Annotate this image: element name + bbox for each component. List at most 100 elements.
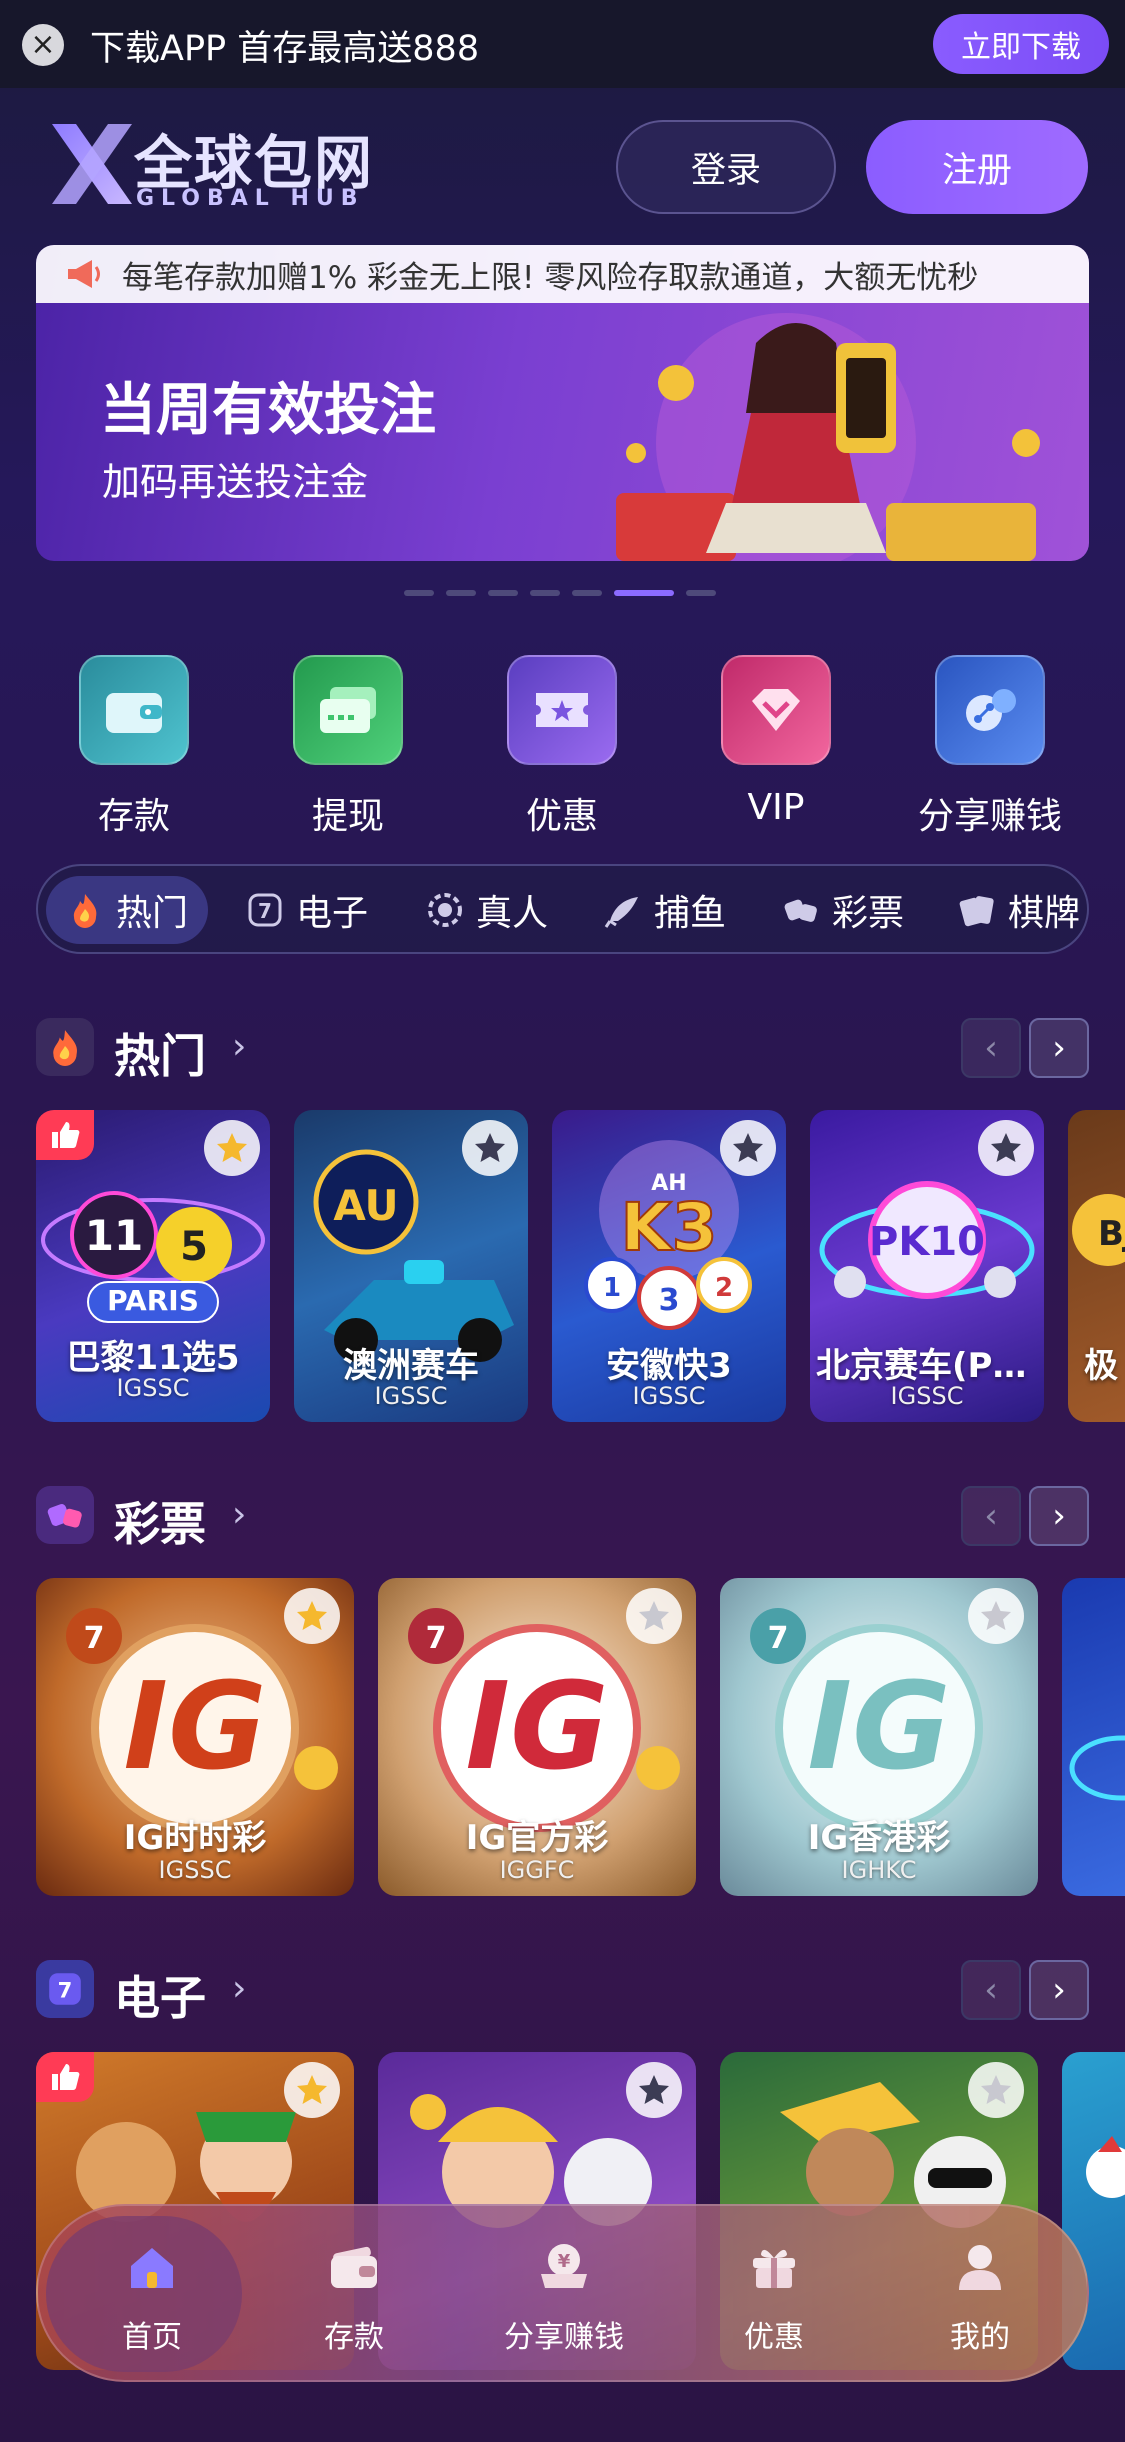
game-name: 澳洲赛车: [343, 1346, 479, 1386]
favorite-star-icon[interactable]: [284, 1588, 340, 1644]
diamond-icon: [721, 655, 831, 765]
svg-text:IG: IG: [807, 1658, 950, 1797]
banner-illustration: [616, 313, 1040, 561]
download-promo-text: 下载APP 首存最高送888: [90, 29, 480, 69]
svg-text:IG: IG: [123, 1658, 266, 1797]
banner-title: 当周有效投注: [100, 378, 436, 443]
game-card[interactable]: AU 澳洲赛车 IGSSC: [294, 1110, 528, 1422]
tab-label: 热门: [116, 893, 189, 934]
game-card[interactable]: [1062, 1578, 1125, 1896]
quick-action-promotions[interactable]: 优惠: [472, 655, 652, 839]
chevron-right-icon[interactable]: ›: [232, 1494, 246, 1535]
nav-promotions[interactable]: 优惠: [684, 2240, 864, 2356]
favorite-star-icon[interactable]: [720, 1120, 776, 1176]
pagination-dot[interactable]: [446, 590, 476, 596]
favorite-star-icon[interactable]: [284, 2062, 340, 2118]
pagination-dot[interactable]: [572, 590, 602, 596]
favorite-star-icon[interactable]: [968, 2062, 1024, 2118]
game-provider: IGGFC: [499, 1856, 575, 1884]
svg-text:7: 7: [58, 1977, 73, 2002]
slot-icon: 7: [36, 1960, 94, 2018]
banner-pagination: [404, 590, 716, 596]
scroll-prev-button[interactable]: ‹: [961, 1486, 1021, 1546]
game-card[interactable]: AH K3 1 3 2 安徽快3 IGSSC: [552, 1110, 786, 1422]
section-title[interactable]: 热门: [114, 1020, 206, 1086]
tab-label: 棋牌: [1008, 893, 1081, 934]
section-lottery-header: 彩票 › ‹ ›: [36, 1486, 1089, 1551]
card-icon: [293, 655, 403, 765]
scroll-next-button[interactable]: ›: [1029, 1018, 1089, 1078]
section-title[interactable]: 电子: [114, 1962, 206, 2028]
nav-label: 优惠: [744, 2320, 804, 2355]
quick-action-deposit[interactable]: 存款: [44, 655, 224, 839]
svg-text:5: 5: [180, 1224, 208, 1270]
pagination-dot[interactable]: [530, 590, 560, 596]
favorite-star-icon[interactable]: [204, 1120, 260, 1176]
bottom-navigation: 首页 存款 ¥ 分享赚钱 优惠 我的: [36, 2204, 1089, 2382]
pagination-dot[interactable]: [686, 590, 716, 596]
section-title[interactable]: 彩票: [114, 1488, 206, 1554]
game-card[interactable]: IG 7 IG时时彩 IGSSC: [36, 1578, 354, 1896]
announcement-text: 每笔存款加赠1% 彩金无上限! 零风险存取款通道，大额无忧秒: [122, 259, 979, 296]
favorite-star-icon[interactable]: [626, 2062, 682, 2118]
share-icon: [935, 655, 1045, 765]
tab-live[interactable]: 真人: [426, 876, 548, 944]
quick-action-label: 存款: [97, 796, 170, 837]
ticket-star-icon: [507, 655, 617, 765]
nav-share-earn[interactable]: ¥ 分享赚钱: [474, 2240, 654, 2356]
favorite-star-icon[interactable]: [626, 1588, 682, 1644]
chevron-right-icon[interactable]: ›: [232, 1968, 246, 2009]
svg-text:1: 1: [603, 1273, 621, 1303]
yen-gift-icon: ¥: [541, 2244, 587, 2288]
pagination-dot[interactable]: [404, 590, 434, 596]
game-card[interactable]: IG 7 IG香港彩 IGHKC: [720, 1578, 1038, 1896]
login-button[interactable]: 登录: [616, 120, 836, 214]
download-app-button[interactable]: 立即下载: [933, 14, 1109, 74]
game-provider: IGSSC: [374, 1382, 448, 1410]
section-electronic-header: 7 电子 › ‹ ›: [36, 1960, 1089, 2025]
pagination-dot-active[interactable]: [614, 590, 674, 596]
quick-action-label: 提现: [311, 796, 384, 837]
quick-action-withdraw[interactable]: 提现: [258, 655, 438, 839]
favorite-star-icon[interactable]: [968, 1588, 1024, 1644]
quick-action-vip[interactable]: VIP: [686, 655, 866, 828]
game-name: 巴黎11选5: [66, 1338, 240, 1378]
hot-badge: [36, 1110, 94, 1160]
favorite-star-icon[interactable]: [978, 1120, 1034, 1176]
tab-hot[interactable]: 热门: [46, 876, 209, 944]
wallet-icon: [79, 655, 189, 765]
promo-banner[interactable]: 每笔存款加赠1% 彩金无上限! 零风险存取款通道，大额无忧秒 当周有效投注 加码…: [36, 245, 1089, 561]
logo-subtext: GLOBAL HUB: [136, 186, 365, 211]
tab-lottery[interactable]: 彩票: [782, 876, 904, 944]
svg-text:11: 11: [85, 1211, 143, 1260]
svg-text:K3: K3: [620, 1189, 717, 1266]
game-card[interactable]: PK10 北京赛车(PK10) IGSSC: [810, 1110, 1044, 1422]
tab-electronic[interactable]: 7 电子: [246, 876, 368, 944]
scroll-prev-button[interactable]: ‹: [961, 1960, 1021, 2020]
nav-home[interactable]: 首页: [62, 2240, 242, 2356]
home-icon: [131, 2248, 173, 2288]
game-name: 北京赛车(PK10): [816, 1346, 1044, 1386]
chevron-right-icon[interactable]: ›: [232, 1026, 246, 1067]
scroll-next-button[interactable]: ›: [1029, 1960, 1089, 2020]
register-button[interactable]: 注册: [866, 120, 1088, 214]
announcement-marquee[interactable]: 每笔存款加赠1% 彩金无上限! 零风险存取款通道，大额无忧秒: [36, 245, 1089, 303]
tab-cards[interactable]: 棋牌: [958, 876, 1080, 944]
pagination-dot[interactable]: [488, 590, 518, 596]
tab-fishing[interactable]: 捕鱼: [604, 876, 726, 944]
favorite-star-icon[interactable]: [462, 1120, 518, 1176]
game-provider: IGHKC: [841, 1856, 917, 1884]
game-art: [1069, 1735, 1125, 1801]
nav-profile[interactable]: 我的: [890, 2240, 1070, 2356]
scroll-next-button[interactable]: ›: [1029, 1486, 1089, 1546]
close-icon[interactable]: ×: [22, 24, 64, 66]
megaphone-icon: [68, 260, 100, 288]
nav-deposit[interactable]: 存款: [264, 2240, 444, 2356]
scroll-prev-button[interactable]: ‹: [961, 1018, 1021, 1078]
game-card[interactable]: IG 7 IG官方彩 IGGFC: [378, 1578, 696, 1896]
game-card[interactable]: 11 5 PARIS 巴黎11选5 IGSSC: [36, 1110, 270, 1422]
quick-action-label: 分享赚钱: [917, 796, 1062, 837]
cards-icon: [959, 896, 994, 927]
quick-action-share-earn[interactable]: 分享赚钱: [900, 655, 1080, 839]
game-card[interactable]: BJ 极: [1068, 1110, 1125, 1422]
